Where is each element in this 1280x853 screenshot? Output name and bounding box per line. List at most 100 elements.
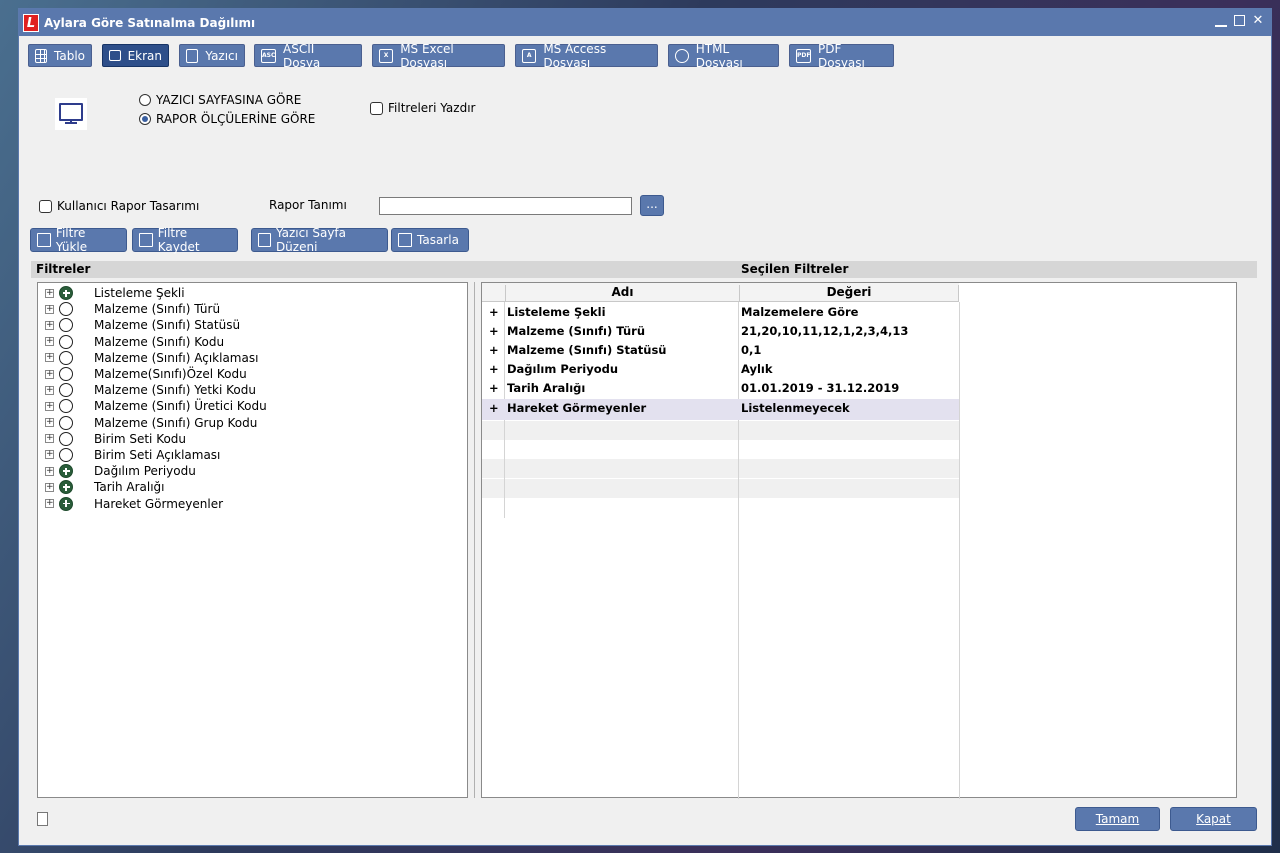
filter-tree-item[interactable]: + Malzeme (Sınıfı) Grup Kodu — [38, 415, 467, 431]
expand-icon[interactable]: + — [45, 499, 54, 509]
filter-tree-item[interactable]: + Birim Seti Açıklaması — [38, 447, 467, 463]
tab-label: HTML Dosyası — [695, 41, 743, 70]
tab-access[interactable]: A MS Access Dosyası — [515, 42, 658, 70]
filter-label: Malzeme (Sınıfı) Statüsü — [94, 318, 241, 333]
expand-icon[interactable]: + — [45, 369, 54, 379]
grid-row[interactable]: + Dağılım Periyodu Aylık — [482, 360, 959, 379]
user-design-checkbox[interactable]: Kullanıcı Rapor Tasarımı — [39, 199, 199, 213]
maximize-icon[interactable] — [1234, 15, 1245, 26]
tab-ekran[interactable]: Ekran — [102, 44, 169, 67]
filter-name-cell: Hareket Görmeyenler — [507, 401, 647, 415]
grid-row[interactable]: + Listeleme Şekli Malzemelere Göre — [482, 303, 959, 322]
filter-tree-item[interactable]: + Malzeme (Sınıfı) Kodu — [38, 334, 467, 350]
row-expand-icon[interactable]: + — [489, 381, 499, 395]
panel-splitter[interactable] — [474, 282, 475, 798]
save-filter-button[interactable]: Filtre Kaydet — [132, 226, 238, 254]
tab-pdf[interactable]: PDF PDF Dosyası — [789, 42, 894, 70]
radio-printer-page[interactable]: YAZICI SAYFASINA GÖRE — [139, 93, 301, 107]
row-expand-icon[interactable]: + — [489, 401, 499, 415]
folder-open-icon — [37, 233, 51, 247]
filter-tree-item[interactable]: + Malzeme (Sınıfı) Türü — [38, 301, 467, 317]
tab-label: Ekran — [127, 48, 162, 63]
filter-name-cell: Dağılım Periyodu — [507, 362, 619, 376]
tab-tablo[interactable]: Tablo — [28, 44, 92, 67]
filter-tree-item[interactable]: + Malzeme (Sınıfı) Yetki Kodu — [38, 382, 467, 398]
expand-icon[interactable]: + — [45, 466, 54, 476]
print-filters-checkbox[interactable]: Filtreleri Yazdır — [370, 101, 475, 115]
browse-button[interactable]: ... — [640, 195, 664, 216]
filter-label: Malzeme (Sınıfı) Türü — [94, 302, 221, 317]
design-button[interactable]: Tasarla — [391, 228, 469, 252]
expand-icon[interactable]: + — [45, 304, 54, 314]
page-setup-button[interactable]: Yazıcı Sayfa Düzeni — [251, 226, 388, 254]
expand-icon[interactable]: + — [45, 418, 54, 428]
document-icon[interactable] — [37, 812, 48, 826]
radio-button[interactable] — [139, 113, 151, 125]
filter-tree[interactable]: + Listeleme Şekli + Malzeme (Sınıfı) Türü + M… — [37, 282, 468, 798]
filter-tree-item[interactable]: + Listeleme Şekli — [38, 285, 467, 301]
filter-tree-item[interactable]: + Malzeme (Sınıfı) Statüsü — [38, 317, 467, 333]
column-header-value[interactable]: Değeri — [739, 285, 959, 302]
checkbox[interactable] — [39, 199, 52, 213]
filter-tree-item[interactable]: + Dağılım Periyodu — [38, 463, 467, 479]
column-header-name[interactable]: Adı — [505, 285, 739, 302]
minimize-icon[interactable] — [1214, 13, 1228, 29]
filter-value-cell[interactable]: 01.01.2019 - 31.12.2019 — [741, 381, 899, 395]
filter-tree-item[interactable]: + Tarih Aralığı — [38, 479, 467, 495]
filter-tree-item[interactable]: + Birim Seti Kodu — [38, 431, 467, 447]
filter-set-icon — [59, 496, 73, 511]
expand-icon[interactable]: + — [45, 353, 54, 363]
tab-ascii[interactable]: ASC ASCII Dosya — [254, 42, 362, 70]
filter-value-cell[interactable]: 21,20,10,11,12,1,2,3,4,13 — [741, 324, 908, 338]
selected-filters-grid[interactable]: Adı Değeri + Listeleme Şekli Malzemelere G… — [481, 282, 1237, 799]
load-filter-button[interactable]: Filtre Yükle — [30, 226, 127, 254]
expand-icon[interactable]: + — [45, 401, 54, 411]
tab-excel[interactable]: X MS Excel Dosyası — [372, 42, 505, 70]
expand-icon[interactable]: + — [45, 337, 54, 347]
radio-report-size[interactable]: RAPOR ÖLÇÜLERİNE GÖRE — [139, 112, 315, 126]
tab-yazici[interactable]: Yazıcı — [179, 44, 245, 67]
expand-icon[interactable]: + — [45, 434, 54, 444]
filter-tree-item[interactable]: + Malzeme (Sınıfı) Açıklaması — [38, 350, 467, 366]
tab-html[interactable]: HTML Dosyası — [668, 41, 779, 70]
filter-name-cell: Listeleme Şekli — [507, 305, 606, 319]
close-icon[interactable]: ✕ — [1251, 13, 1265, 29]
filter-value-cell[interactable]: Malzemelere Göre — [741, 305, 858, 319]
expand-icon[interactable]: + — [45, 482, 54, 492]
expand-icon[interactable]: + — [45, 385, 54, 395]
title-bar[interactable]: L Aylara Göre Satınalma Dağılımı ✕ — [19, 9, 1271, 36]
grid-row[interactable]: + Hareket Görmeyenler Listelenmeyecek — [482, 399, 959, 420]
filter-tree-item[interactable]: + Malzeme(Sınıfı)Özel Kodu — [38, 366, 467, 382]
report-def-input[interactable] — [379, 197, 632, 215]
filter-tree-item[interactable]: + Malzeme (Sınıfı) Üretici Kodu — [38, 398, 467, 414]
grid-row[interactable]: + Malzeme (Sınıfı) Türü 21,20,10,11,12,1,2… — [482, 322, 959, 341]
button-label: Filtre Kaydet — [157, 226, 200, 254]
expand-icon[interactable]: + — [45, 320, 54, 330]
ok-button[interactable]: Tamam — [1075, 807, 1160, 831]
filter-empty-icon — [59, 367, 73, 382]
row-expand-icon[interactable]: + — [489, 305, 499, 319]
globe-icon — [675, 48, 689, 63]
grid-row[interactable]: + Malzeme (Sınıfı) Statüsü 0,1 — [482, 341, 959, 360]
filter-label: Birim Seti Açıklaması — [94, 447, 221, 462]
filter-value-cell[interactable]: Aylık — [741, 362, 773, 376]
radio-button[interactable] — [139, 94, 151, 106]
checkbox[interactable] — [370, 101, 383, 115]
filter-tree-item[interactable]: + Hareket Görmeyenler — [38, 495, 467, 511]
row-expand-icon[interactable]: + — [489, 362, 499, 376]
row-expand-icon[interactable]: + — [489, 343, 499, 357]
expand-icon[interactable]: + — [45, 288, 54, 298]
filter-value-cell[interactable]: Listelenmeyecek — [741, 401, 850, 415]
row-expand-icon[interactable]: + — [489, 324, 499, 338]
window-title: Aylara Göre Satınalma Dağılımı — [44, 15, 256, 30]
tab-label: Yazıcı — [205, 48, 238, 63]
expand-icon[interactable]: + — [45, 450, 54, 460]
filter-value-cell[interactable]: 0,1 — [741, 343, 761, 357]
printer-icon — [186, 48, 199, 63]
filter-empty-icon — [59, 447, 73, 462]
filter-empty-icon — [59, 318, 73, 333]
filter-label: Dağılım Periyodu — [94, 464, 196, 479]
tab-label: Tablo — [54, 48, 85, 63]
close-button[interactable]: Kapat — [1170, 807, 1257, 831]
grid-row[interactable]: + Tarih Aralığı 01.01.2019 - 31.12.2019 — [482, 379, 959, 398]
